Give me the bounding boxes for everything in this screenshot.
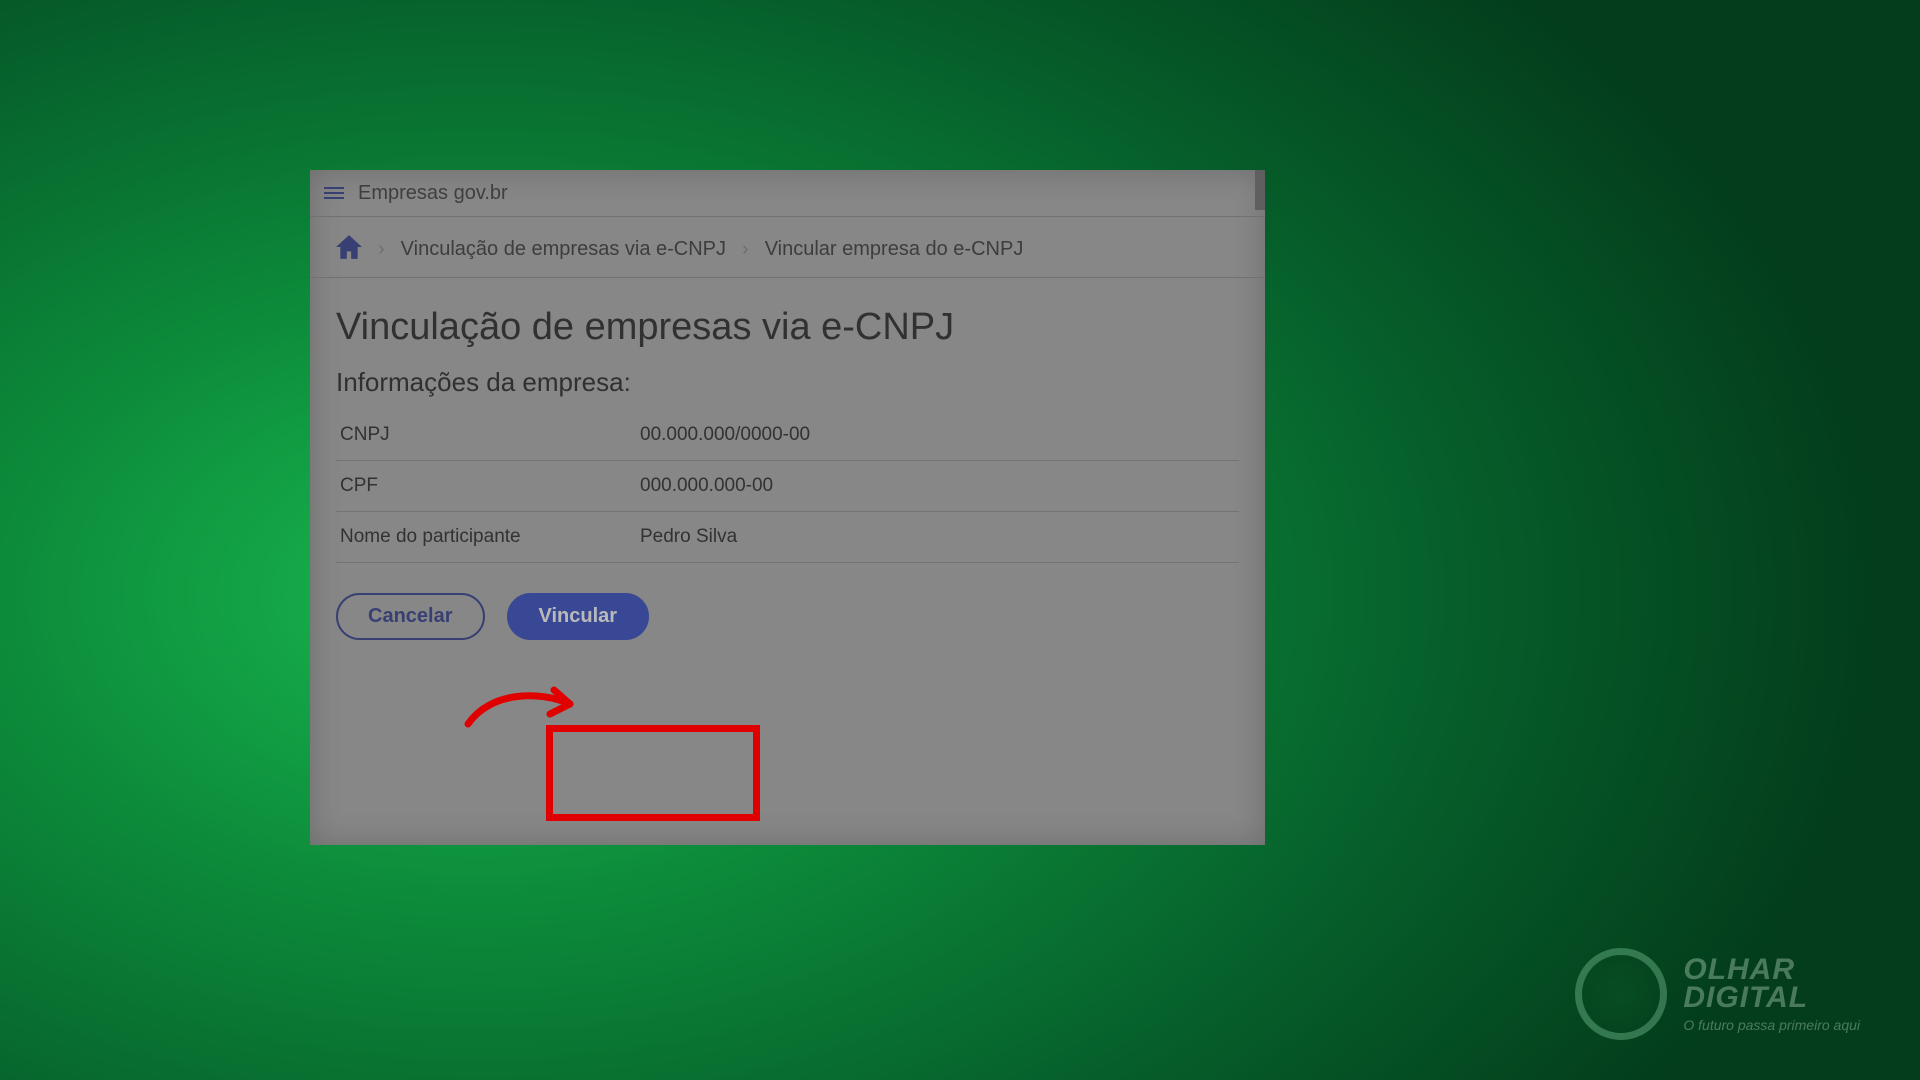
actions-row: Cancelar Vincular (336, 593, 1239, 640)
menu-icon[interactable] (324, 187, 344, 199)
home-icon[interactable] (336, 235, 362, 263)
brand-tagline: O futuro passa primeiro aqui (1683, 1017, 1860, 1033)
table-row: Nome do participante Pedro Silva (336, 512, 1239, 563)
content-area: Vinculação de empresas via e-CNPJ Inform… (310, 278, 1265, 668)
table-row: CPF 000.000.000-00 (336, 461, 1239, 512)
field-value-cnpj: 00.000.000/0000-00 (640, 424, 810, 446)
breadcrumb: › Vinculação de empresas via e-CNPJ › Vi… (310, 217, 1265, 278)
field-label-cpf: CPF (340, 475, 640, 497)
app-title: Empresas gov.br (358, 182, 508, 205)
chevron-right-icon: › (742, 238, 749, 261)
breadcrumb-item-1[interactable]: Vinculação de empresas via e-CNPJ (401, 238, 726, 261)
page-title: Vinculação de empresas via e-CNPJ (336, 306, 1239, 349)
scrollbar[interactable] (1255, 170, 1265, 210)
app-window: Empresas gov.br › Vinculação de empresas… (310, 170, 1265, 845)
field-value-cpf: 000.000.000-00 (640, 475, 773, 497)
brand-name-2: DIGITAL (1683, 981, 1808, 1014)
field-label-nome: Nome do participante (340, 526, 640, 548)
vincular-button[interactable]: Vincular (507, 593, 650, 640)
chevron-right-icon: › (378, 238, 385, 261)
brand-watermark: OLHAR DIGITAL O futuro passa primeiro aq… (1575, 948, 1860, 1040)
brand-logo-icon (1575, 948, 1667, 1040)
cancel-button[interactable]: Cancelar (336, 593, 485, 640)
background: Empresas gov.br › Vinculação de empresas… (0, 0, 1920, 1080)
table-row: CNPJ 00.000.000/0000-00 (336, 410, 1239, 461)
section-title: Informações da empresa: (336, 367, 1239, 398)
field-value-nome: Pedro Silva (640, 526, 737, 548)
annotation-highlight-box (546, 725, 760, 821)
app-bar: Empresas gov.br (310, 170, 1265, 217)
field-label-cnpj: CNPJ (340, 424, 640, 446)
breadcrumb-item-2[interactable]: Vincular empresa do e-CNPJ (765, 238, 1024, 261)
